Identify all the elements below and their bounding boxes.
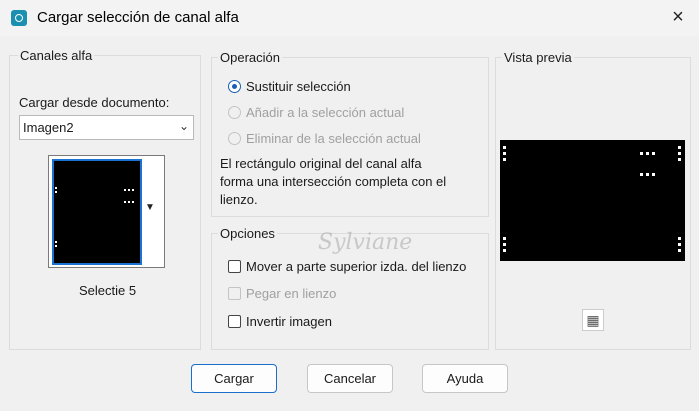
window-title: Cargar selección de canal alfa: [37, 9, 239, 26]
selection-name: Selectie 5: [79, 283, 137, 298]
document-dropdown-value: Imagen2: [23, 120, 74, 135]
options-group-label: Opciones: [218, 226, 277, 241]
preview-canvas: [500, 140, 685, 261]
watermark: Sylviane: [318, 230, 413, 255]
checkbox-indicator: [228, 315, 241, 328]
operation-group-label: Operación: [218, 50, 282, 65]
checkbox-paste-on-canvas[interactable]: Pegar en lienzo: [228, 286, 336, 301]
alpha-channel-selector[interactable]: ▼: [48, 155, 165, 268]
alpha-channel-thumbnail: [52, 159, 142, 265]
load-from-document-label: Cargar desde documento:: [19, 95, 170, 110]
document-dropdown[interactable]: Imagen2 ⌄: [19, 115, 194, 140]
cancel-button[interactable]: Cancelar: [307, 364, 393, 393]
checker-zoom-icon[interactable]: ▦: [582, 309, 604, 331]
radio-replace-selection-label: Sustituir selección: [246, 79, 351, 94]
preview-group-label: Vista previa: [502, 50, 574, 65]
radio-indicator: [228, 106, 241, 119]
radio-add-to-selection-label: Añadir a la selección actual: [246, 105, 405, 120]
checkbox-invert-image-label: Invertir imagen: [246, 314, 332, 329]
checkbox-paste-on-canvas-label: Pegar en lienzo: [246, 286, 337, 301]
checkbox-indicator: [228, 287, 241, 300]
thumbnail-dropdown-arrow-icon[interactable]: ▼: [145, 202, 155, 213]
checkbox-move-top-left-label: Mover a parte superior izda. del lienzo: [246, 259, 467, 274]
checkbox-invert-image[interactable]: Invertir imagen: [228, 314, 332, 329]
load-button[interactable]: Cargar: [191, 364, 277, 393]
radio-indicator: [228, 132, 241, 145]
chevron-down-icon: ⌄: [178, 119, 189, 133]
checkbox-indicator: [228, 260, 241, 273]
radio-remove-from-selection-label: Eliminar de la selección actual: [246, 131, 421, 146]
radio-remove-from-selection[interactable]: Eliminar de la selección actual: [228, 131, 421, 146]
alpha-channels-group-label: Canales alfa: [18, 48, 95, 63]
title-bar: Cargar selección de canal alfa ×: [0, 0, 699, 36]
radio-indicator: [228, 80, 241, 93]
close-icon[interactable]: ×: [658, 0, 698, 34]
app-icon: [11, 10, 27, 26]
help-button[interactable]: Ayuda: [422, 364, 508, 393]
radio-replace-selection[interactable]: Sustituir selección: [228, 79, 351, 94]
radio-add-to-selection[interactable]: Añadir a la selección actual: [228, 105, 404, 120]
operation-description: El rectángulo original del canal alfa fo…: [220, 156, 447, 207]
checkbox-move-top-left[interactable]: Mover a parte superior izda. del lienzo: [228, 259, 466, 274]
